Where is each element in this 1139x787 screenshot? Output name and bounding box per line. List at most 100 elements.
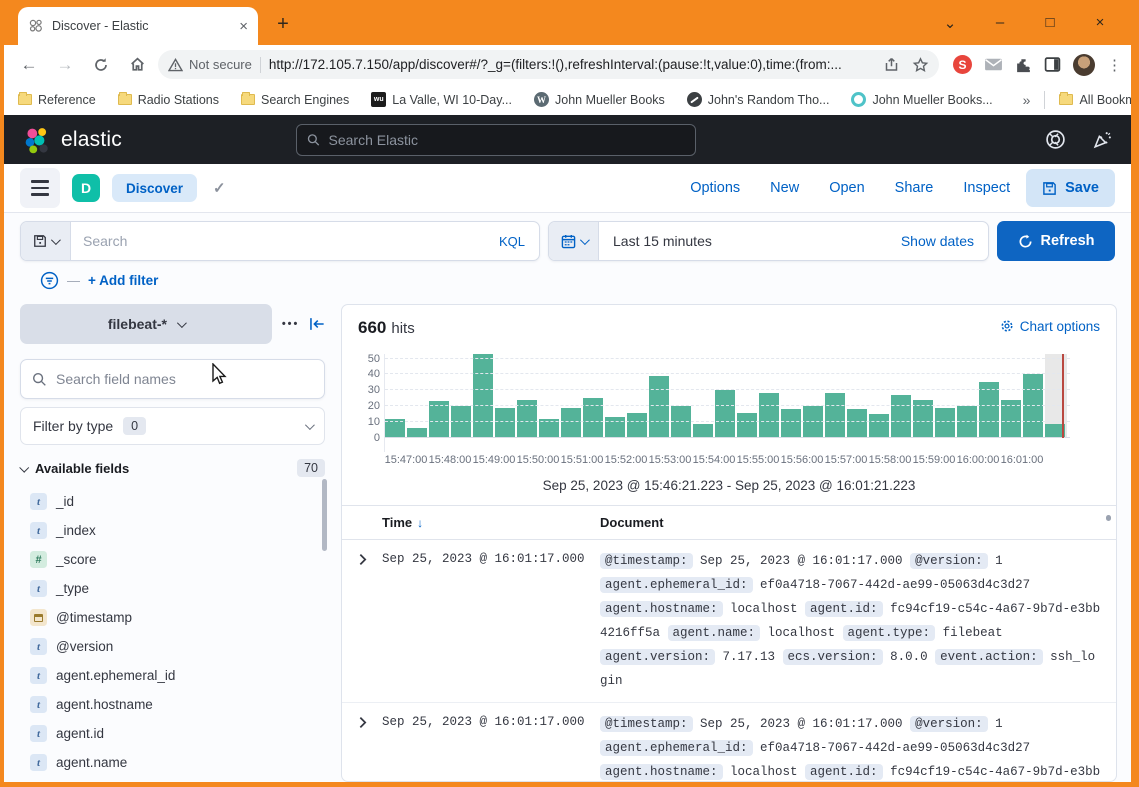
table-scrollbar[interactable] xyxy=(1106,515,1111,521)
appbar-link-share[interactable]: Share xyxy=(895,180,934,196)
field-list-item[interactable]: @timestamp xyxy=(20,603,325,632)
tab-search-chevron-icon[interactable]: ⌄ xyxy=(939,14,961,32)
bookmark-item[interactable]: WJohn Mueller Books xyxy=(534,92,665,107)
field-list-item[interactable]: tagent.id xyxy=(20,719,325,748)
histogram-bars[interactable] xyxy=(385,354,1067,438)
browser-tab[interactable]: Discover - Elastic × xyxy=(18,7,258,45)
breadcrumb-discover[interactable]: Discover xyxy=(112,174,197,202)
bookmark-item[interactable]: Search Engines xyxy=(241,93,349,107)
field-search-box[interactable] xyxy=(20,359,325,399)
histogram-bar[interactable] xyxy=(737,413,757,438)
field-list-item[interactable]: tagent.name xyxy=(20,748,325,777)
close-button[interactable]: × xyxy=(1089,14,1111,31)
histogram-bar[interactable] xyxy=(473,354,493,438)
row-document[interactable]: @timestamp: Sep 25, 2023 @ 16:01:17.000 … xyxy=(600,549,1116,693)
query-search-input[interactable] xyxy=(71,233,485,249)
row-document[interactable]: @timestamp: Sep 25, 2023 @ 16:01:17.000 … xyxy=(600,712,1116,782)
histogram-bar[interactable] xyxy=(429,401,449,438)
kebab-menu-icon[interactable]: ⋮ xyxy=(1107,56,1117,74)
histogram-bar[interactable] xyxy=(979,382,999,438)
discover-space-badge[interactable]: D xyxy=(72,174,100,202)
field-list-item[interactable]: t@version xyxy=(20,632,325,661)
mail-icon[interactable] xyxy=(984,57,1003,72)
histogram-bar[interactable] xyxy=(693,424,713,438)
reload-button[interactable] xyxy=(86,50,116,80)
grammarly-icon[interactable]: S xyxy=(953,55,972,74)
new-tab-button[interactable]: + xyxy=(270,12,296,38)
histogram-bar[interactable] xyxy=(715,390,735,438)
profile-avatar[interactable] xyxy=(1073,54,1095,76)
field-search-input[interactable] xyxy=(56,371,313,387)
sort-descending-icon[interactable]: ↓ xyxy=(417,516,423,530)
field-list-item[interactable]: tagent.hostname xyxy=(20,690,325,719)
elastic-search-input[interactable] xyxy=(329,132,686,148)
appbar-link-options[interactable]: Options xyxy=(690,180,740,196)
bookmark-item[interactable]: Radio Stations xyxy=(118,93,219,107)
histogram-bar[interactable] xyxy=(891,395,911,438)
tab-close-icon[interactable]: × xyxy=(239,18,248,35)
field-list-item[interactable]: tagent.ephemeral_id xyxy=(20,661,325,690)
histogram-bar[interactable] xyxy=(935,408,955,438)
time-range-value[interactable]: Last 15 minutes xyxy=(599,233,887,249)
expand-row-button[interactable] xyxy=(342,712,382,782)
bookmark-star-icon[interactable] xyxy=(912,57,929,73)
histogram-bar[interactable] xyxy=(869,414,889,438)
field-list-item[interactable]: t_type xyxy=(20,574,325,603)
histogram-bar[interactable] xyxy=(759,393,779,438)
breadcrumb-chevron-icon[interactable]: ✓ xyxy=(213,179,226,197)
chart-options-button[interactable]: Chart options xyxy=(1000,319,1100,334)
histogram-bar[interactable] xyxy=(561,408,581,438)
puzzle-icon[interactable] xyxy=(1015,56,1032,73)
help-icon[interactable] xyxy=(1045,129,1066,150)
filter-by-type-dropdown[interactable]: Filter by type 0 xyxy=(20,407,325,445)
show-dates-button[interactable]: Show dates xyxy=(887,233,988,249)
newsfeed-icon[interactable] xyxy=(1092,129,1113,150)
collapse-sidebar-icon[interactable] xyxy=(309,317,325,331)
sidepanel-icon[interactable] xyxy=(1044,56,1061,73)
field-list-item[interactable]: t_id xyxy=(20,487,325,516)
histogram-bar[interactable] xyxy=(627,413,647,438)
histogram-bar[interactable] xyxy=(583,398,603,438)
bookmark-item[interactable]: wuLa Valle, WI 10-Day... xyxy=(371,92,512,107)
all-bookmarks-button[interactable]: All Bookmarks xyxy=(1059,93,1131,107)
back-button[interactable]: ← xyxy=(14,50,44,80)
elastic-global-search[interactable] xyxy=(296,124,696,156)
available-fields-header[interactable]: Available fields 70 xyxy=(20,459,325,477)
add-filter-button[interactable]: + Add filter xyxy=(88,273,158,288)
security-chip[interactable]: Not secure xyxy=(168,57,252,72)
field-list-item[interactable]: #_score xyxy=(20,545,325,574)
share-icon[interactable] xyxy=(883,57,900,73)
bookmark-item[interactable]: John's Random Tho... xyxy=(687,92,830,107)
refresh-button[interactable]: Refresh xyxy=(997,221,1115,261)
histogram-bar[interactable] xyxy=(781,409,801,438)
expand-row-button[interactable] xyxy=(342,549,382,693)
histogram-bar[interactable] xyxy=(847,409,867,438)
bookmark-item[interactable]: John Mueller Books... xyxy=(851,92,992,107)
appbar-link-inspect[interactable]: Inspect xyxy=(963,180,1010,196)
sidebar-scrollbar[interactable] xyxy=(322,479,327,551)
histogram-bar[interactable] xyxy=(825,393,845,438)
save-button[interactable]: Save xyxy=(1026,169,1115,207)
field-list-item[interactable]: t_index xyxy=(20,516,325,545)
bookmark-item[interactable]: Reference xyxy=(18,93,96,107)
menu-hamburger-icon[interactable] xyxy=(20,168,60,208)
histogram-bar[interactable] xyxy=(495,408,515,438)
time-column-header[interactable]: Time xyxy=(382,515,412,530)
maximize-button[interactable]: □ xyxy=(1039,14,1061,31)
saved-query-menu-button[interactable] xyxy=(21,222,71,260)
query-language-badge[interactable]: KQL xyxy=(485,234,539,249)
address-bar[interactable]: Not secure http://172.105.7.150/app/disc… xyxy=(158,50,939,79)
index-pattern-selector[interactable]: filebeat-* xyxy=(20,304,272,344)
bookmarks-overflow-chevron[interactable]: » xyxy=(1023,92,1031,108)
index-options-icon[interactable]: ••• xyxy=(282,318,300,330)
forward-button[interactable]: → xyxy=(50,50,80,80)
appbar-link-new[interactable]: New xyxy=(770,180,799,196)
url-text[interactable]: http://172.105.7.150/app/discover#/?_g=(… xyxy=(269,57,875,72)
filter-menu-icon[interactable] xyxy=(40,271,59,290)
appbar-link-open[interactable]: Open xyxy=(829,180,864,196)
minimize-button[interactable]: – xyxy=(989,14,1011,31)
histogram-bar[interactable] xyxy=(649,376,669,438)
elastic-brand[interactable]: elastic xyxy=(22,125,122,155)
home-button[interactable] xyxy=(122,50,152,80)
date-picker-menu-button[interactable] xyxy=(549,222,599,260)
